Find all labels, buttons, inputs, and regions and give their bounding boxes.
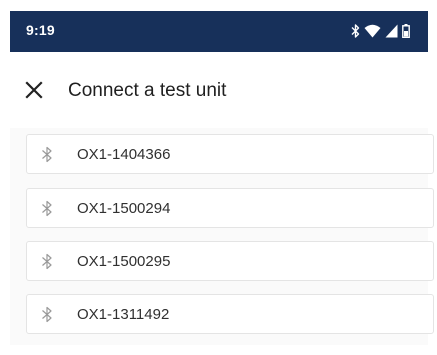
bluetooth-icon [351,24,360,38]
battery-icon [402,24,410,38]
bluetooth-icon [41,200,53,217]
page-title: Connect a test unit [68,80,227,101]
wifi-icon [364,24,381,38]
app-screen: 9:19 Connect a test unit OX1-1404366 OX1… [0,0,437,355]
status-bar: 9:19 [10,11,428,52]
bluetooth-icon [41,253,53,270]
close-icon[interactable] [24,80,44,100]
header: Connect a test unit [10,52,428,128]
list-item-test-unit[interactable]: OX1-1311492 [26,294,434,334]
test-unit-name: OX1-1311492 [77,306,170,323]
bluetooth-icon [41,146,53,163]
test-unit-name: OX1-1500294 [77,200,171,217]
list-item-test-unit[interactable]: OX1-1500294 [26,188,434,228]
bluetooth-icon [41,306,53,323]
test-unit-name: OX1-1500295 [77,253,171,270]
test-unit-name: OX1-1404366 [77,146,171,163]
test-unit-list: OX1-1404366 OX1-1500294 OX1-1500295 OX1-… [10,128,434,345]
list-item-test-unit[interactable]: OX1-1404366 [26,134,434,174]
cell-signal-icon [385,24,398,38]
status-time: 9:19 [26,22,55,38]
list-item-test-unit[interactable]: OX1-1500295 [26,241,434,281]
status-icons [351,23,410,39]
